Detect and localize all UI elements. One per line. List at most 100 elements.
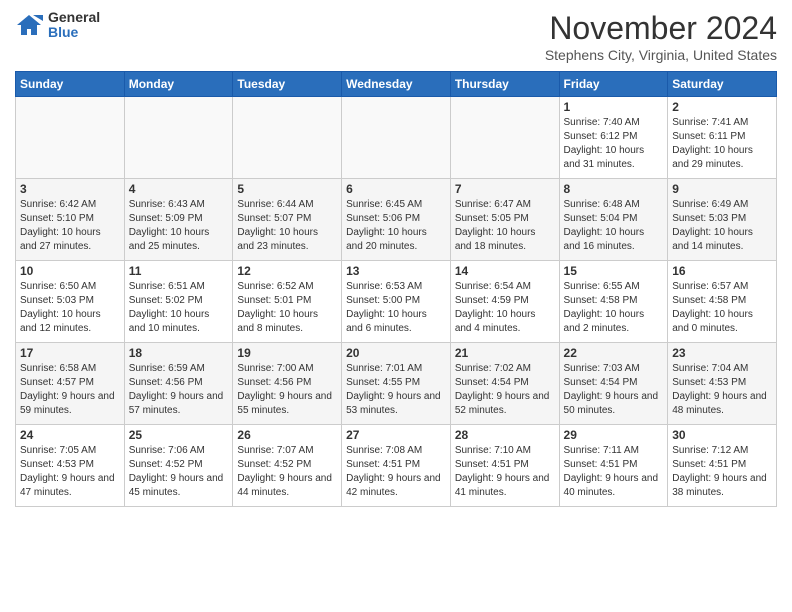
day-info: Sunrise: 7:01 AMSunset: 4:55 PMDaylight:… [346, 362, 446, 418]
day-cell: 10 Sunrise: 6:50 AMSunset: 5:03 PMDayligh… [16, 261, 125, 343]
day-number: 11 [129, 264, 229, 278]
day-cell: 6 Sunrise: 6:45 AMSunset: 5:06 PMDaylight… [342, 179, 451, 261]
day-number: 26 [237, 428, 337, 442]
day-info: Sunrise: 6:57 AMSunset: 4:58 PMDaylight:… [672, 280, 772, 336]
day-info: Sunrise: 7:08 AMSunset: 4:51 PMDaylight:… [346, 444, 446, 500]
day-number: 19 [237, 346, 337, 360]
day-info: Sunrise: 6:55 AMSunset: 4:58 PMDaylight:… [564, 280, 664, 336]
week-row-1: 3Sunrise: 6:42 AMSunset: 5:10 PMDaylight… [16, 179, 777, 261]
day-cell: 25Sunrise: 7:06 AMSunset: 4:52 PMDayligh… [124, 425, 233, 507]
logo-general: General [48, 10, 100, 25]
day-number: 23 [672, 346, 772, 360]
day-cell [450, 97, 559, 179]
day-cell: 20 Sunrise: 7:01 AMSunset: 4:55 PMDayligh… [342, 343, 451, 425]
day-cell: 11 Sunrise: 6:51 AMSunset: 5:02 PMDayligh… [124, 261, 233, 343]
day-number: 4 [129, 182, 229, 196]
logo-icon [15, 11, 43, 39]
day-number: 6 [346, 182, 446, 196]
day-cell: 14 Sunrise: 6:54 AMSunset: 4:59 PMDayligh… [450, 261, 559, 343]
day-number: 21 [455, 346, 555, 360]
week-row-2: 10 Sunrise: 6:50 AMSunset: 5:03 PMDayligh… [16, 261, 777, 343]
month-title: November 2024 [545, 10, 777, 47]
col-header-saturday: Saturday [668, 72, 777, 97]
day-info: Sunrise: 6:48 AMSunset: 5:04 PMDaylight:… [564, 198, 664, 254]
logo-text: General Blue [48, 10, 100, 41]
day-number: 2 [672, 100, 772, 114]
day-info: Sunrise: 6:44 AMSunset: 5:07 PMDaylight:… [237, 198, 337, 254]
day-info: Sunrise: 6:53 AMSunset: 5:00 PMDaylight:… [346, 280, 446, 336]
day-cell: 22 Sunrise: 7:03 AMSunset: 4:54 PMDayligh… [559, 343, 668, 425]
location: Stephens City, Virginia, United States [545, 47, 777, 63]
day-number: 14 [455, 264, 555, 278]
day-info: Sunrise: 7:12 AMSunset: 4:51 PMDaylight:… [672, 444, 772, 500]
day-number: 20 [346, 346, 446, 360]
day-cell [124, 97, 233, 179]
header-row: SundayMondayTuesdayWednesdayThursdayFrid… [16, 72, 777, 97]
day-info: Sunrise: 6:49 AMSunset: 5:03 PMDaylight:… [672, 198, 772, 254]
day-number: 18 [129, 346, 229, 360]
title-area: November 2024 Stephens City, Virginia, U… [545, 10, 777, 63]
day-cell: 30Sunrise: 7:12 AMSunset: 4:51 PMDayligh… [668, 425, 777, 507]
day-cell: 19 Sunrise: 7:00 AMSunset: 4:56 PMDayligh… [233, 343, 342, 425]
day-number: 8 [564, 182, 664, 196]
day-info: Sunrise: 7:10 AMSunset: 4:51 PMDaylight:… [455, 444, 555, 500]
day-cell [233, 97, 342, 179]
day-cell: 18Sunrise: 6:59 AMSunset: 4:56 PMDayligh… [124, 343, 233, 425]
week-row-3: 17 Sunrise: 6:58 AMSunset: 4:57 PMDayligh… [16, 343, 777, 425]
day-number: 9 [672, 182, 772, 196]
day-cell: 8 Sunrise: 6:48 AMSunset: 5:04 PMDaylight… [559, 179, 668, 261]
col-header-wednesday: Wednesday [342, 72, 451, 97]
day-cell: 17 Sunrise: 6:58 AMSunset: 4:57 PMDayligh… [16, 343, 125, 425]
day-number: 15 [564, 264, 664, 278]
day-info: Sunrise: 6:58 AMSunset: 4:57 PMDaylight:… [20, 362, 120, 418]
day-cell: 12Sunrise: 6:52 AMSunset: 5:01 PMDayligh… [233, 261, 342, 343]
day-info: Sunrise: 6:43 AMSunset: 5:09 PMDaylight:… [129, 198, 229, 254]
col-header-monday: Monday [124, 72, 233, 97]
day-number: 25 [129, 428, 229, 442]
day-info: Sunrise: 6:51 AMSunset: 5:02 PMDaylight:… [129, 280, 229, 336]
day-number: 24 [20, 428, 120, 442]
day-cell: 2 Sunrise: 7:41 AMSunset: 6:11 PMDaylight… [668, 97, 777, 179]
day-cell: 29Sunrise: 7:11 AMSunset: 4:51 PMDayligh… [559, 425, 668, 507]
day-info: Sunrise: 6:50 AMSunset: 5:03 PMDaylight:… [20, 280, 120, 336]
page-header: General Blue November 2024 Stephens City… [15, 10, 777, 63]
day-number: 10 [20, 264, 120, 278]
day-cell: 16 Sunrise: 6:57 AMSunset: 4:58 PMDayligh… [668, 261, 777, 343]
day-info: Sunrise: 7:03 AMSunset: 4:54 PMDaylight:… [564, 362, 664, 418]
day-number: 17 [20, 346, 120, 360]
col-header-sunday: Sunday [16, 72, 125, 97]
day-info: Sunrise: 6:42 AMSunset: 5:10 PMDaylight:… [20, 198, 120, 254]
day-number: 16 [672, 264, 772, 278]
logo: General Blue [15, 10, 100, 41]
day-info: Sunrise: 7:41 AMSunset: 6:11 PMDaylight:… [672, 116, 772, 172]
day-info: Sunrise: 6:45 AMSunset: 5:06 PMDaylight:… [346, 198, 446, 254]
day-cell: 3Sunrise: 6:42 AMSunset: 5:10 PMDaylight… [16, 179, 125, 261]
day-info: Sunrise: 6:52 AMSunset: 5:01 PMDaylight:… [237, 280, 337, 336]
day-cell: 15 Sunrise: 6:55 AMSunset: 4:58 PMDayligh… [559, 261, 668, 343]
day-info: Sunrise: 7:04 AMSunset: 4:53 PMDaylight:… [672, 362, 772, 418]
day-info: Sunrise: 6:47 AMSunset: 5:05 PMDaylight:… [455, 198, 555, 254]
day-cell: 27 Sunrise: 7:08 AMSunset: 4:51 PMDayligh… [342, 425, 451, 507]
col-header-friday: Friday [559, 72, 668, 97]
day-info: Sunrise: 7:11 AMSunset: 4:51 PMDaylight:… [564, 444, 664, 500]
day-cell: 5Sunrise: 6:44 AMSunset: 5:07 PMDaylight… [233, 179, 342, 261]
logo-blue: Blue [48, 25, 100, 40]
day-cell: 13 Sunrise: 6:53 AMSunset: 5:00 PMDayligh… [342, 261, 451, 343]
day-cell [16, 97, 125, 179]
day-cell: 28Sunrise: 7:10 AMSunset: 4:51 PMDayligh… [450, 425, 559, 507]
day-number: 22 [564, 346, 664, 360]
day-info: Sunrise: 6:54 AMSunset: 4:59 PMDaylight:… [455, 280, 555, 336]
day-info: Sunrise: 7:05 AMSunset: 4:53 PMDaylight:… [20, 444, 120, 500]
col-header-tuesday: Tuesday [233, 72, 342, 97]
day-cell: 7Sunrise: 6:47 AMSunset: 5:05 PMDaylight… [450, 179, 559, 261]
day-number: 1 [564, 100, 664, 114]
day-cell: 4 Sunrise: 6:43 AMSunset: 5:09 PMDaylight… [124, 179, 233, 261]
day-cell: 21 Sunrise: 7:02 AMSunset: 4:54 PMDayligh… [450, 343, 559, 425]
day-number: 27 [346, 428, 446, 442]
day-info: Sunrise: 7:02 AMSunset: 4:54 PMDaylight:… [455, 362, 555, 418]
day-info: Sunrise: 7:00 AMSunset: 4:56 PMDaylight:… [237, 362, 337, 418]
day-cell [342, 97, 451, 179]
day-cell: 23 Sunrise: 7:04 AMSunset: 4:53 PMDayligh… [668, 343, 777, 425]
day-info: Sunrise: 7:40 AMSunset: 6:12 PMDaylight:… [564, 116, 664, 172]
day-number: 13 [346, 264, 446, 278]
